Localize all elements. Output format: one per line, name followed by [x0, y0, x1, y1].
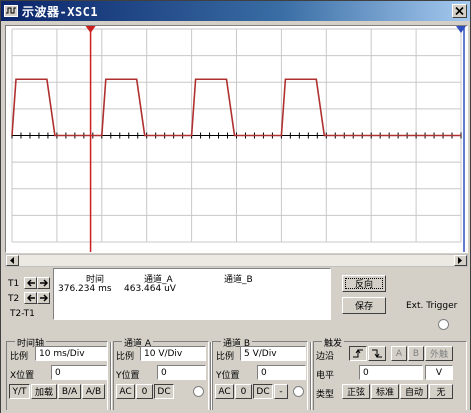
window-title: 示波器-XSC1 [22, 4, 99, 19]
readout-cha-value: 463.464 uV [124, 284, 176, 294]
chb-minus-button[interactable]: - [274, 384, 288, 399]
rising-edge-icon [353, 349, 363, 358]
arrow-right-icon [458, 257, 462, 264]
arrow-right-icon [39, 294, 48, 302]
trigger-b-button[interactable]: B [408, 346, 424, 361]
cha-ypos-field[interactable]: 0 [157, 365, 206, 380]
arrow-right-icon [39, 279, 48, 287]
chb-connector[interactable] [293, 386, 304, 397]
ext-trigger-label: Ext. Trigger [406, 301, 458, 311]
cursor-t2-label: T2 [8, 294, 20, 304]
t2-right-button[interactable] [37, 292, 50, 304]
oscilloscope-window: 示波器-XSC1 T1 T2 T2-T1 时间 通道_A 通道_B 376.23 [0, 0, 471, 413]
readout-chb-header: 通道_B [224, 275, 253, 285]
chb-ypos-label: Y位置 [216, 371, 240, 381]
mode-add-button[interactable]: 加载 [31, 384, 57, 399]
cha-scale-field[interactable]: 10 V/Div [140, 346, 206, 361]
trigger-type-label: 类型 [316, 390, 335, 400]
trigger-level-unit[interactable]: V [425, 365, 453, 380]
arrow-left-icon [26, 279, 35, 287]
oscilloscope-app-icon [4, 5, 18, 17]
close-icon [455, 7, 464, 15]
cha-scale-label: 比例 [116, 352, 135, 362]
mode-ba-button[interactable]: B/A [58, 384, 81, 399]
scroll-left-button[interactable] [6, 255, 19, 266]
save-button[interactable]: 保存 [342, 297, 386, 314]
chb-ac-button[interactable]: AC [215, 384, 234, 399]
mode-ab-button[interactable]: A/B [82, 384, 105, 399]
measurement-readout: 时间 通道_A 通道_B 376.234 ms 463.464 uV [53, 268, 331, 320]
trigger-level-field[interactable]: 0 [359, 365, 423, 380]
trigger-level-label: 电平 [316, 371, 335, 381]
cursor-t2-t1-label: T2-T1 [10, 309, 35, 319]
scope-display [5, 25, 468, 253]
trigger-edge-label: 边沿 [316, 352, 335, 362]
cha-connector[interactable] [193, 386, 204, 397]
scope-screen [6, 26, 467, 252]
mode-yt-button[interactable]: Y/T [9, 384, 30, 399]
falling-edge-button[interactable] [368, 346, 386, 361]
timebase-scale-label: 比例 [10, 352, 29, 362]
timebase-xpos-label: X位置 [10, 371, 35, 381]
trigger-ext-button[interactable]: 外触 [425, 346, 453, 361]
scroll-right-button[interactable] [454, 255, 467, 266]
cha-zero-button[interactable]: 0 [136, 384, 153, 399]
rising-edge-button[interactable] [349, 346, 367, 361]
group-separator [110, 342, 112, 410]
t2-left-button[interactable] [24, 292, 37, 304]
cha-dc-button[interactable]: DC [154, 384, 174, 399]
chb-scale-label: 比例 [216, 352, 235, 362]
chb-dc-button[interactable]: DC [253, 384, 273, 399]
chb-scale-field[interactable]: 5 V/Div [240, 346, 306, 361]
close-button[interactable] [452, 4, 467, 18]
timebase-scale-field[interactable]: 10 ms/Div [35, 346, 107, 361]
chb-zero-button[interactable]: 0 [235, 384, 252, 399]
arrow-left-icon [26, 294, 35, 302]
t1-right-button[interactable] [37, 277, 50, 289]
chb-ypos-field[interactable]: 0 [257, 365, 306, 380]
trigger-standard-button[interactable]: 标准 [371, 384, 399, 399]
horizontal-scrollbar[interactable] [5, 254, 468, 267]
group-separator [310, 342, 312, 410]
readout-time-value: 376.234 ms [58, 284, 112, 294]
ext-trigger-connector[interactable] [438, 319, 449, 330]
title-bar[interactable]: 示波器-XSC1 [1, 1, 470, 21]
t1-left-button[interactable] [24, 277, 37, 289]
reverse-button[interactable]: 反向 [342, 275, 386, 292]
trigger-none-button[interactable]: 无 [429, 384, 453, 399]
trigger-sine-button[interactable]: 正弦 [342, 384, 370, 399]
arrow-left-icon [10, 257, 14, 264]
trigger-title: 触发 [322, 336, 345, 349]
cha-ac-button[interactable]: AC [116, 384, 135, 399]
timebase-xpos-field[interactable]: 0 [51, 365, 107, 380]
falling-edge-icon [372, 349, 382, 358]
trigger-auto-button[interactable]: 自动 [400, 384, 428, 399]
cha-ypos-label: Y位置 [116, 371, 140, 381]
cursor-t1-label: T1 [8, 279, 20, 289]
trigger-a-button[interactable]: A [391, 346, 407, 361]
